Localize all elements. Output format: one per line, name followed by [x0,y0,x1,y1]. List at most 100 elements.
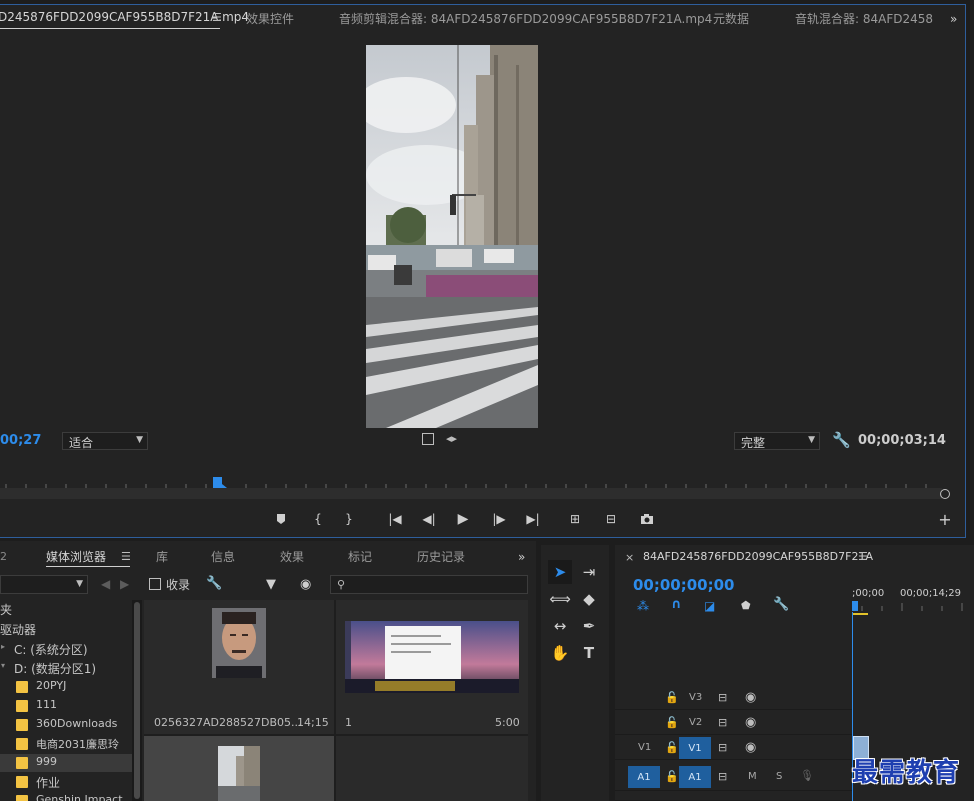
ingest-checkbox[interactable] [149,578,161,590]
step-forward-button[interactable]: |▶ [488,509,510,529]
tabs-overflow-icon[interactable]: » [518,550,525,564]
lock-icon[interactable]: 🔓 [665,691,679,704]
tree-item-drive-d[interactable]: ▾ D: (数据分区1) [0,659,132,677]
track-v2[interactable]: 🔓 V2 ⊟ ◉ [615,711,852,735]
work-area-bar[interactable] [852,613,868,615]
step-back-button[interactable]: ◀| [418,509,440,529]
track-v1[interactable]: V1 🔓 V1 ⊟ ◉ [615,736,852,760]
search-input[interactable]: ⚲ [330,575,528,594]
timeline-settings-wrench-icon[interactable]: 🔧 [773,597,789,612]
timeline-playhead-icon[interactable] [852,601,858,611]
lock-icon[interactable]: 🔓 [665,716,679,729]
linked-selection-icon[interactable]: ◪ [704,599,715,613]
panel-menu-icon[interactable]: ☰ [212,11,222,24]
export-frame-button[interactable] [636,509,658,529]
sync-lock-icon[interactable]: ⊟ [718,770,727,783]
track-target-v1[interactable]: V1 [679,737,711,759]
eye-icon[interactable]: ◉ [745,740,756,755]
mark-in-button[interactable]: { [307,509,329,529]
tree-item-drives[interactable]: 驱动器 [0,620,132,638]
tree-item-folder[interactable]: 作业 [0,773,132,791]
eye-icon[interactable]: ◉ [745,715,756,730]
tab-libraries[interactable]: 库 [156,548,168,565]
source-patch-label[interactable]: V1 [638,742,651,753]
tree-item-favorites[interactable]: 夹 [0,600,132,618]
play-button[interactable]: ▶ [452,509,474,529]
mute-button[interactable]: M [748,771,757,782]
button-editor-button[interactable]: + [934,509,956,529]
caret-icon[interactable]: ▸ [1,642,5,651]
type-tool-button[interactable]: T [577,641,601,665]
tab-overflow-left-icon[interactable]: 2 [0,550,7,563]
slip-tool-button[interactable]: ↔ [548,614,572,638]
tab-effect-controls[interactable]: 效果控件 [246,10,294,27]
filter-icon[interactable]: ▼ [266,577,276,592]
sync-lock-icon[interactable]: ⊟ [718,716,727,729]
tree-item-folder[interactable]: Genshin Impact [0,792,132,801]
back-arrow-icon[interactable]: ◀ [101,577,110,591]
media-item[interactable]: 1 5:00 [336,600,528,734]
wrench-icon[interactable]: 🔧 [206,576,222,591]
go-to-out-button[interactable]: ▶| [522,509,544,529]
zoom-handle-icon[interactable] [940,489,950,499]
extract-button[interactable]: ⊟ [600,509,622,529]
tab-info[interactable]: 信息 [211,548,235,565]
media-item[interactable]: 0256327AD288527DB05... 14;15 [144,600,334,734]
tab-effects[interactable]: 效果 [280,548,304,565]
forward-arrow-icon[interactable]: ▶ [120,577,129,591]
selection-tool-button[interactable]: ➤ [548,560,572,584]
tree-item-drive-c[interactable]: ▸ C: (系统分区) [0,640,132,658]
tab-metadata[interactable]: 元数据 [713,10,749,27]
close-icon[interactable]: × [625,551,634,564]
source-patch-a1[interactable]: A1 [628,766,660,788]
microphone-icon[interactable]: 🎙 [800,769,814,782]
tab-history[interactable]: 历史记录 [417,548,465,565]
track-select-tool-button[interactable]: ⇥ [577,560,601,584]
sync-lock-icon[interactable]: ⊟ [718,741,727,754]
scrollbar-thumb[interactable] [134,602,140,799]
lock-icon[interactable]: 🔓 [665,741,679,754]
wrench-icon[interactable]: 🔧 [832,431,851,449]
tab-audio-track-mixer[interactable]: 音轨混合器: 84AFD2458 [795,10,933,27]
timeline-ruler[interactable] [852,600,974,612]
tree-item-folder[interactable]: 111 [0,697,132,715]
solo-button[interactable]: S [776,771,782,782]
tree-item-folder[interactable]: 20PYJ [0,678,132,696]
playhead-icon[interactable] [212,476,230,489]
tree-item-folder-selected[interactable]: 999 [0,754,132,772]
current-timecode[interactable]: 00;27 [0,433,41,448]
pen-tool-button[interactable]: ✒ [577,614,601,638]
sync-lock-icon[interactable]: ⊟ [718,691,727,704]
hand-tool-button[interactable]: ✋ [548,641,572,665]
ripple-edit-tool-button[interactable]: ⟺ [548,587,572,611]
quality-select[interactable]: 完整 ▼ [734,432,820,450]
timeline-timecode[interactable]: 00;00;00;00 [633,576,735,594]
nest-sequence-icon[interactable]: ⁂ [637,599,649,613]
tree-item-folder[interactable]: 360Downloads [0,716,132,734]
tree-scrollbar[interactable] [132,600,142,801]
safe-margins-icon[interactable] [422,433,434,445]
track-a2[interactable] [615,791,852,801]
tab-audio-clip-mixer[interactable]: 音频剪辑混合器: 84AFD245876FDD2099CAF955B8D7F21… [339,10,712,27]
tabs-overflow-icon[interactable]: » [950,12,957,26]
go-to-in-button[interactable]: |◀ [384,509,406,529]
panel-menu-icon[interactable]: ☰ [121,550,131,563]
location-select[interactable]: ▼ [0,575,88,594]
tree-item-folder[interactable]: 电商2031廉思玲 [0,735,132,753]
lock-icon[interactable]: 🔓 [665,770,679,783]
mark-out-button[interactable]: } [338,509,360,529]
panel-menu-icon[interactable]: ☰ [858,550,868,563]
track-target-a1[interactable]: A1 [679,766,711,788]
settings-toggle-icon[interactable]: ◂▸ [446,432,457,445]
add-marker-icon[interactable]: ⬟ [741,599,751,612]
eye-icon[interactable]: ◉ [745,690,756,705]
track-a1[interactable]: A1 🔓 A1 ⊟ M S 🎙 [615,764,852,791]
razor-tool-button[interactable]: ◆ [577,587,601,611]
lift-button[interactable]: ⊞ [564,509,586,529]
snap-magnet-icon[interactable]: ∩ [671,597,682,612]
track-v3[interactable]: 🔓 V3 ⊟ ◉ [615,686,852,710]
zoom-scroll-bar[interactable] [0,488,942,499]
sequence-tab[interactable]: 84AFD245876FDD2099CAF955B8D7F21A [643,550,873,563]
tab-markers[interactable]: 标记 [348,548,372,565]
caret-icon[interactable]: ▾ [1,661,5,670]
